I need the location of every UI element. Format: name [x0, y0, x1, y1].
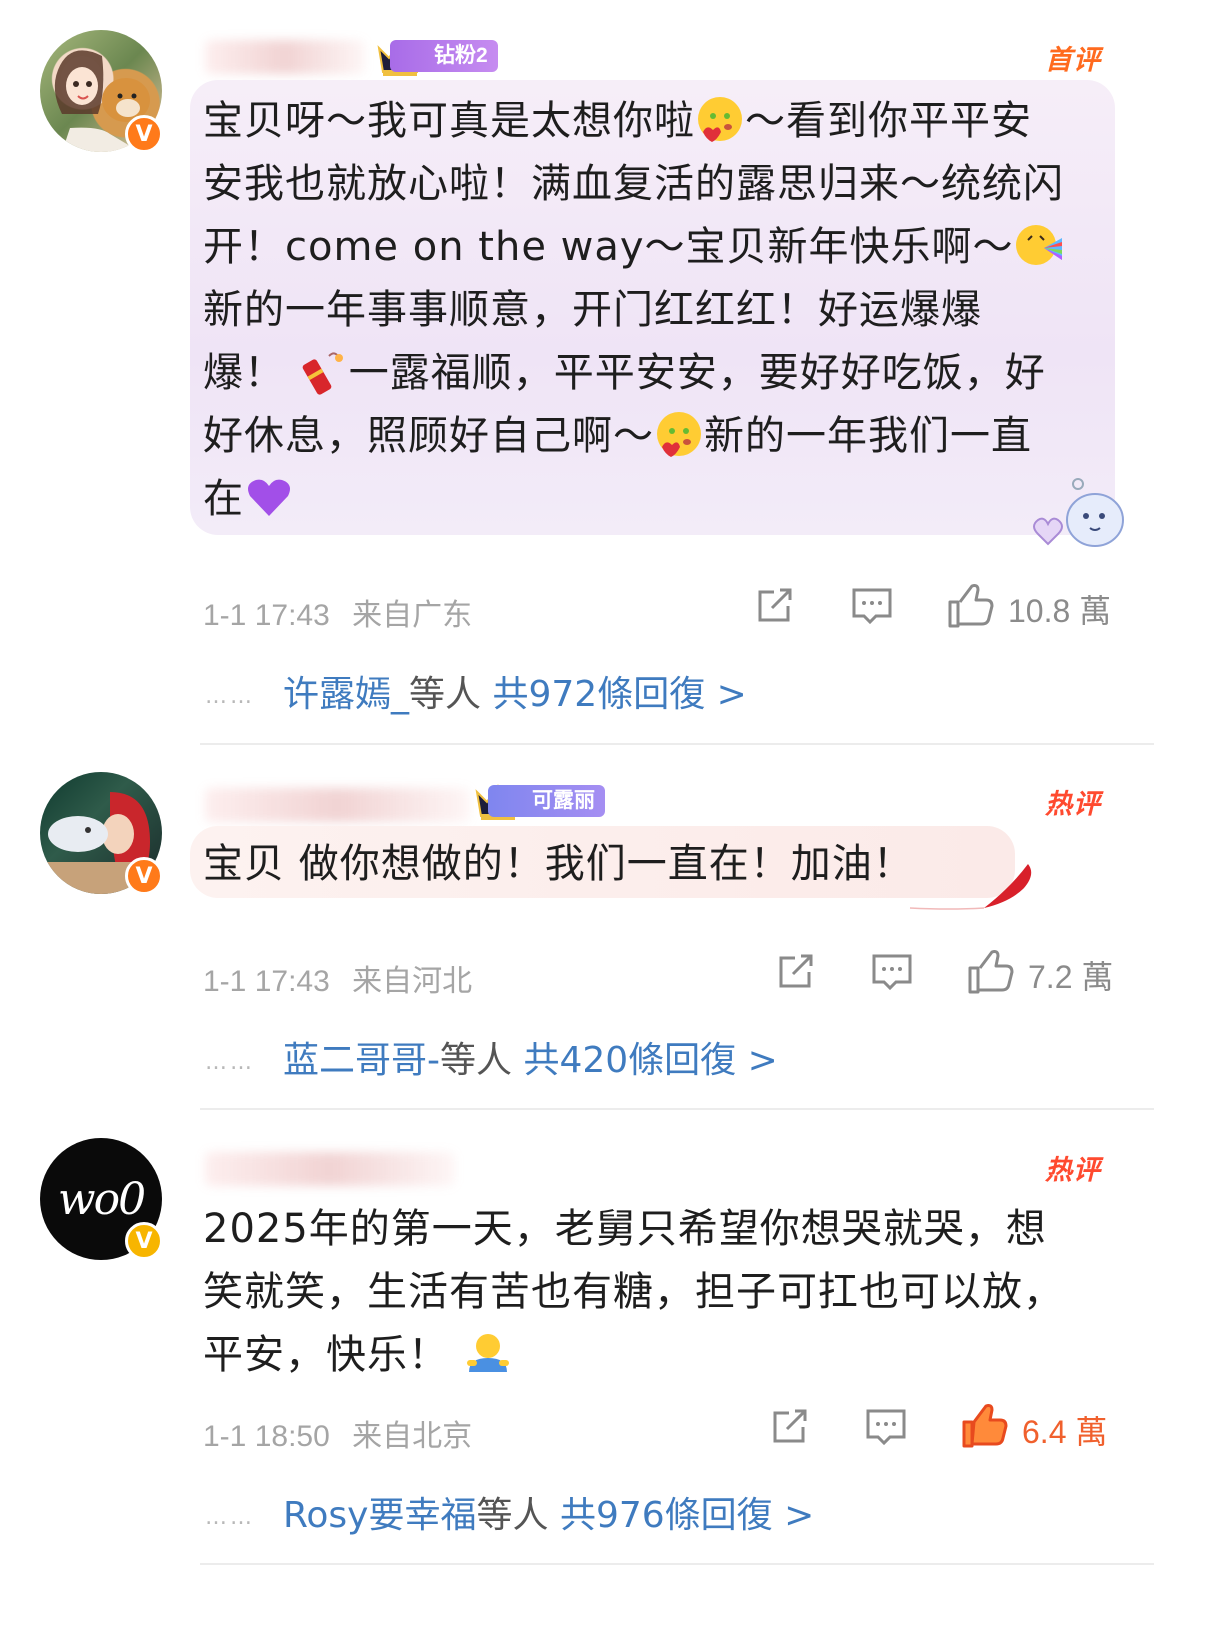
- verified-badge-icon: V: [125, 857, 163, 895]
- like-count: 10.8 萬: [1008, 593, 1112, 629]
- reply-summary-link[interactable]: …… 蓝二哥哥-等人 共420條回復 >: [205, 1031, 778, 1083]
- avatar-text: wo0: [57, 1173, 146, 1225]
- like-count: 7.2 萬: [1028, 959, 1114, 995]
- reply-summary-link[interactable]: …… 许露嫣_等人 共972條回復 >: [205, 665, 747, 717]
- dots-icon: ……: [205, 683, 255, 709]
- comment-location: 来自广东: [352, 599, 473, 632]
- reply-names[interactable]: Rosy要幸福: [283, 1495, 476, 1536]
- comment-meta: 1-1 17:43 来自河北: [203, 956, 472, 1000]
- reply-names[interactable]: 许露嫣_: [283, 674, 409, 715]
- like-active-icon[interactable]: [960, 1402, 1008, 1450]
- comment-text: 宝贝呀～我可真是太想你啦 ～看到你平平安 安我也就放心啦！满血复活的露思归来～统统…: [203, 90, 1113, 531]
- divider: [200, 1563, 1154, 1565]
- share-icon[interactable]: [752, 584, 796, 628]
- verified-badge-icon: V: [125, 115, 163, 153]
- reply-count[interactable]: 共972條回復 >: [492, 674, 746, 715]
- like-count: 6.4 萬: [1022, 1414, 1108, 1450]
- first-comment-tag: 首评: [1045, 45, 1101, 76]
- fan-group-badge: 可露丽: [488, 785, 605, 817]
- like-icon[interactable]: [946, 582, 994, 630]
- comment-time: 1-1 18:50: [203, 1420, 330, 1453]
- comment-meta: 1-1 17:43 来自广东: [203, 590, 472, 634]
- username-blurred[interactable]: [205, 1152, 455, 1186]
- hot-comment-tag: 热评: [1045, 1155, 1101, 1186]
- comment-location: 来自北京: [352, 1420, 473, 1453]
- reply-summary-link[interactable]: …… Rosy要幸福等人 共976條回復 >: [205, 1486, 814, 1538]
- comment-icon[interactable]: [864, 1405, 908, 1449]
- reply-names[interactable]: 蓝二哥哥-: [283, 1040, 440, 1081]
- dots-icon: ……: [205, 1504, 255, 1530]
- reply-count[interactable]: 共976條回復 >: [560, 1495, 814, 1536]
- divider: [200, 743, 1154, 745]
- comment-text: 2025年的第一天，老舅只希望你想哭就哭，想 笑就笑，生活有苦也有糖，担子可扛也…: [203, 1206, 1064, 1378]
- heart-face-emoji-icon: [698, 97, 742, 142]
- username-blurred[interactable]: [205, 788, 470, 822]
- share-icon[interactable]: [767, 1405, 811, 1449]
- divider: [200, 1108, 1154, 1110]
- firecracker-emoji-icon: [302, 352, 343, 395]
- share-icon[interactable]: [773, 950, 817, 994]
- username-blurred[interactable]: [205, 40, 365, 74]
- comment-icon[interactable]: [850, 584, 894, 628]
- rainbow-face-emoji-icon: [1015, 225, 1062, 265]
- hot-comment-tag: 热评: [1045, 789, 1101, 820]
- comment-location: 来自河北: [352, 965, 473, 998]
- dots-icon: ……: [205, 1049, 255, 1075]
- comment-time: 1-1 17:43: [203, 599, 330, 632]
- comment-meta: 1-1 18:50 来自北京: [203, 1411, 472, 1455]
- purple-heart-emoji-icon: [248, 479, 290, 516]
- reply-count[interactable]: 共420條回復 >: [523, 1040, 777, 1081]
- reply-others: 等人: [409, 674, 482, 715]
- fan-level-badge: 钻粉2: [390, 40, 498, 72]
- verified-badge-icon: V: [125, 1222, 163, 1260]
- heart-face-emoji-icon: [657, 412, 701, 457]
- reply-others: 等人: [440, 1040, 513, 1081]
- comment-icon[interactable]: [870, 950, 914, 994]
- reply-others: 等人: [476, 1495, 549, 1536]
- comment-time: 1-1 17:43: [203, 965, 330, 998]
- hug-person-emoji-icon: [466, 1334, 509, 1372]
- like-icon[interactable]: [966, 948, 1014, 996]
- comment-text: 宝贝 做你想做的！我们一直在！加油！: [203, 841, 914, 887]
